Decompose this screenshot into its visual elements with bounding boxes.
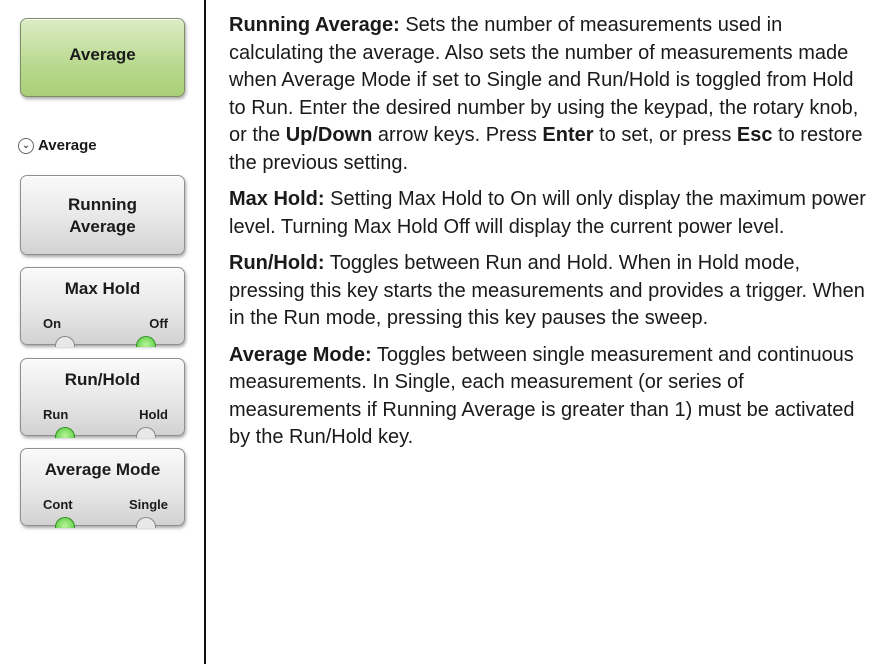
average-mode-description: Average Mode: Toggles between single mea… [229, 342, 874, 452]
max-hold-button[interactable]: Max Hold On Off [20, 267, 185, 347]
max-hold-description: Max Hold: Setting Max Hold to On will on… [229, 186, 874, 241]
average-mode-option-single: Single [128, 497, 168, 512]
running-average-description: Running Average: Sets the number of meas… [229, 12, 874, 177]
average-mode-cont-indicator [55, 517, 75, 528]
run-hold-text: Toggles between Run and Hold. When in Ho… [229, 252, 865, 329]
average-mode-label: Average Mode [44, 460, 161, 479]
max-hold-on-indicator [55, 336, 75, 347]
menu-title-label: Average [38, 137, 97, 154]
key-up-down: Up/Down [285, 124, 373, 146]
running-average-heading: Running Average: [229, 14, 400, 36]
run-hold-heading: Run/Hold: [229, 252, 325, 274]
average-mode-single-indicator [136, 517, 156, 528]
description-column: Running Average: Sets the number of meas… [229, 12, 874, 461]
max-hold-off-indicator [136, 336, 156, 347]
average-main-button[interactable]: Average [20, 18, 185, 97]
run-hold-hold-indicator [136, 427, 156, 438]
average-main-button-label: Average [69, 45, 136, 64]
softkey-panel: Average ⌄ Average Running Average Max Ho… [0, 0, 204, 664]
key-enter: Enter [542, 124, 594, 146]
run-hold-description: Run/Hold: Toggles between Run and Hold. … [229, 250, 874, 333]
running-average-text-2: arrow keys. Press [372, 124, 543, 146]
running-average-label-line1: Running [68, 195, 137, 214]
average-mode-option-cont: Cont [43, 497, 73, 512]
key-esc: Esc [736, 124, 773, 146]
running-average-text-3: to set, or press [593, 124, 737, 146]
max-hold-text: Setting Max Hold to On will only display… [229, 188, 866, 238]
running-average-label: Running Average [21, 194, 184, 238]
running-average-label-line2: Average [69, 217, 136, 236]
running-average-button[interactable]: Running Average [20, 175, 185, 255]
max-hold-option-off: Off [149, 316, 168, 331]
average-mode-button[interactable]: Average Mode Cont Single [20, 448, 185, 528]
max-hold-heading: Max Hold: [229, 188, 325, 210]
menu-title: ⌄ Average [18, 137, 97, 154]
chevron-down-icon: ⌄ [18, 137, 34, 154]
max-hold-option-on: On [43, 316, 62, 331]
run-hold-option-hold: Hold [139, 407, 168, 422]
run-hold-option-run: Run [43, 407, 69, 422]
max-hold-label: Max Hold [64, 279, 141, 298]
run-hold-button[interactable]: Run/Hold Run Hold [20, 358, 185, 438]
run-hold-label: Run/Hold [64, 370, 141, 389]
run-hold-run-indicator [55, 427, 75, 438]
average-mode-heading: Average Mode: [229, 343, 372, 366]
column-divider [204, 0, 206, 664]
